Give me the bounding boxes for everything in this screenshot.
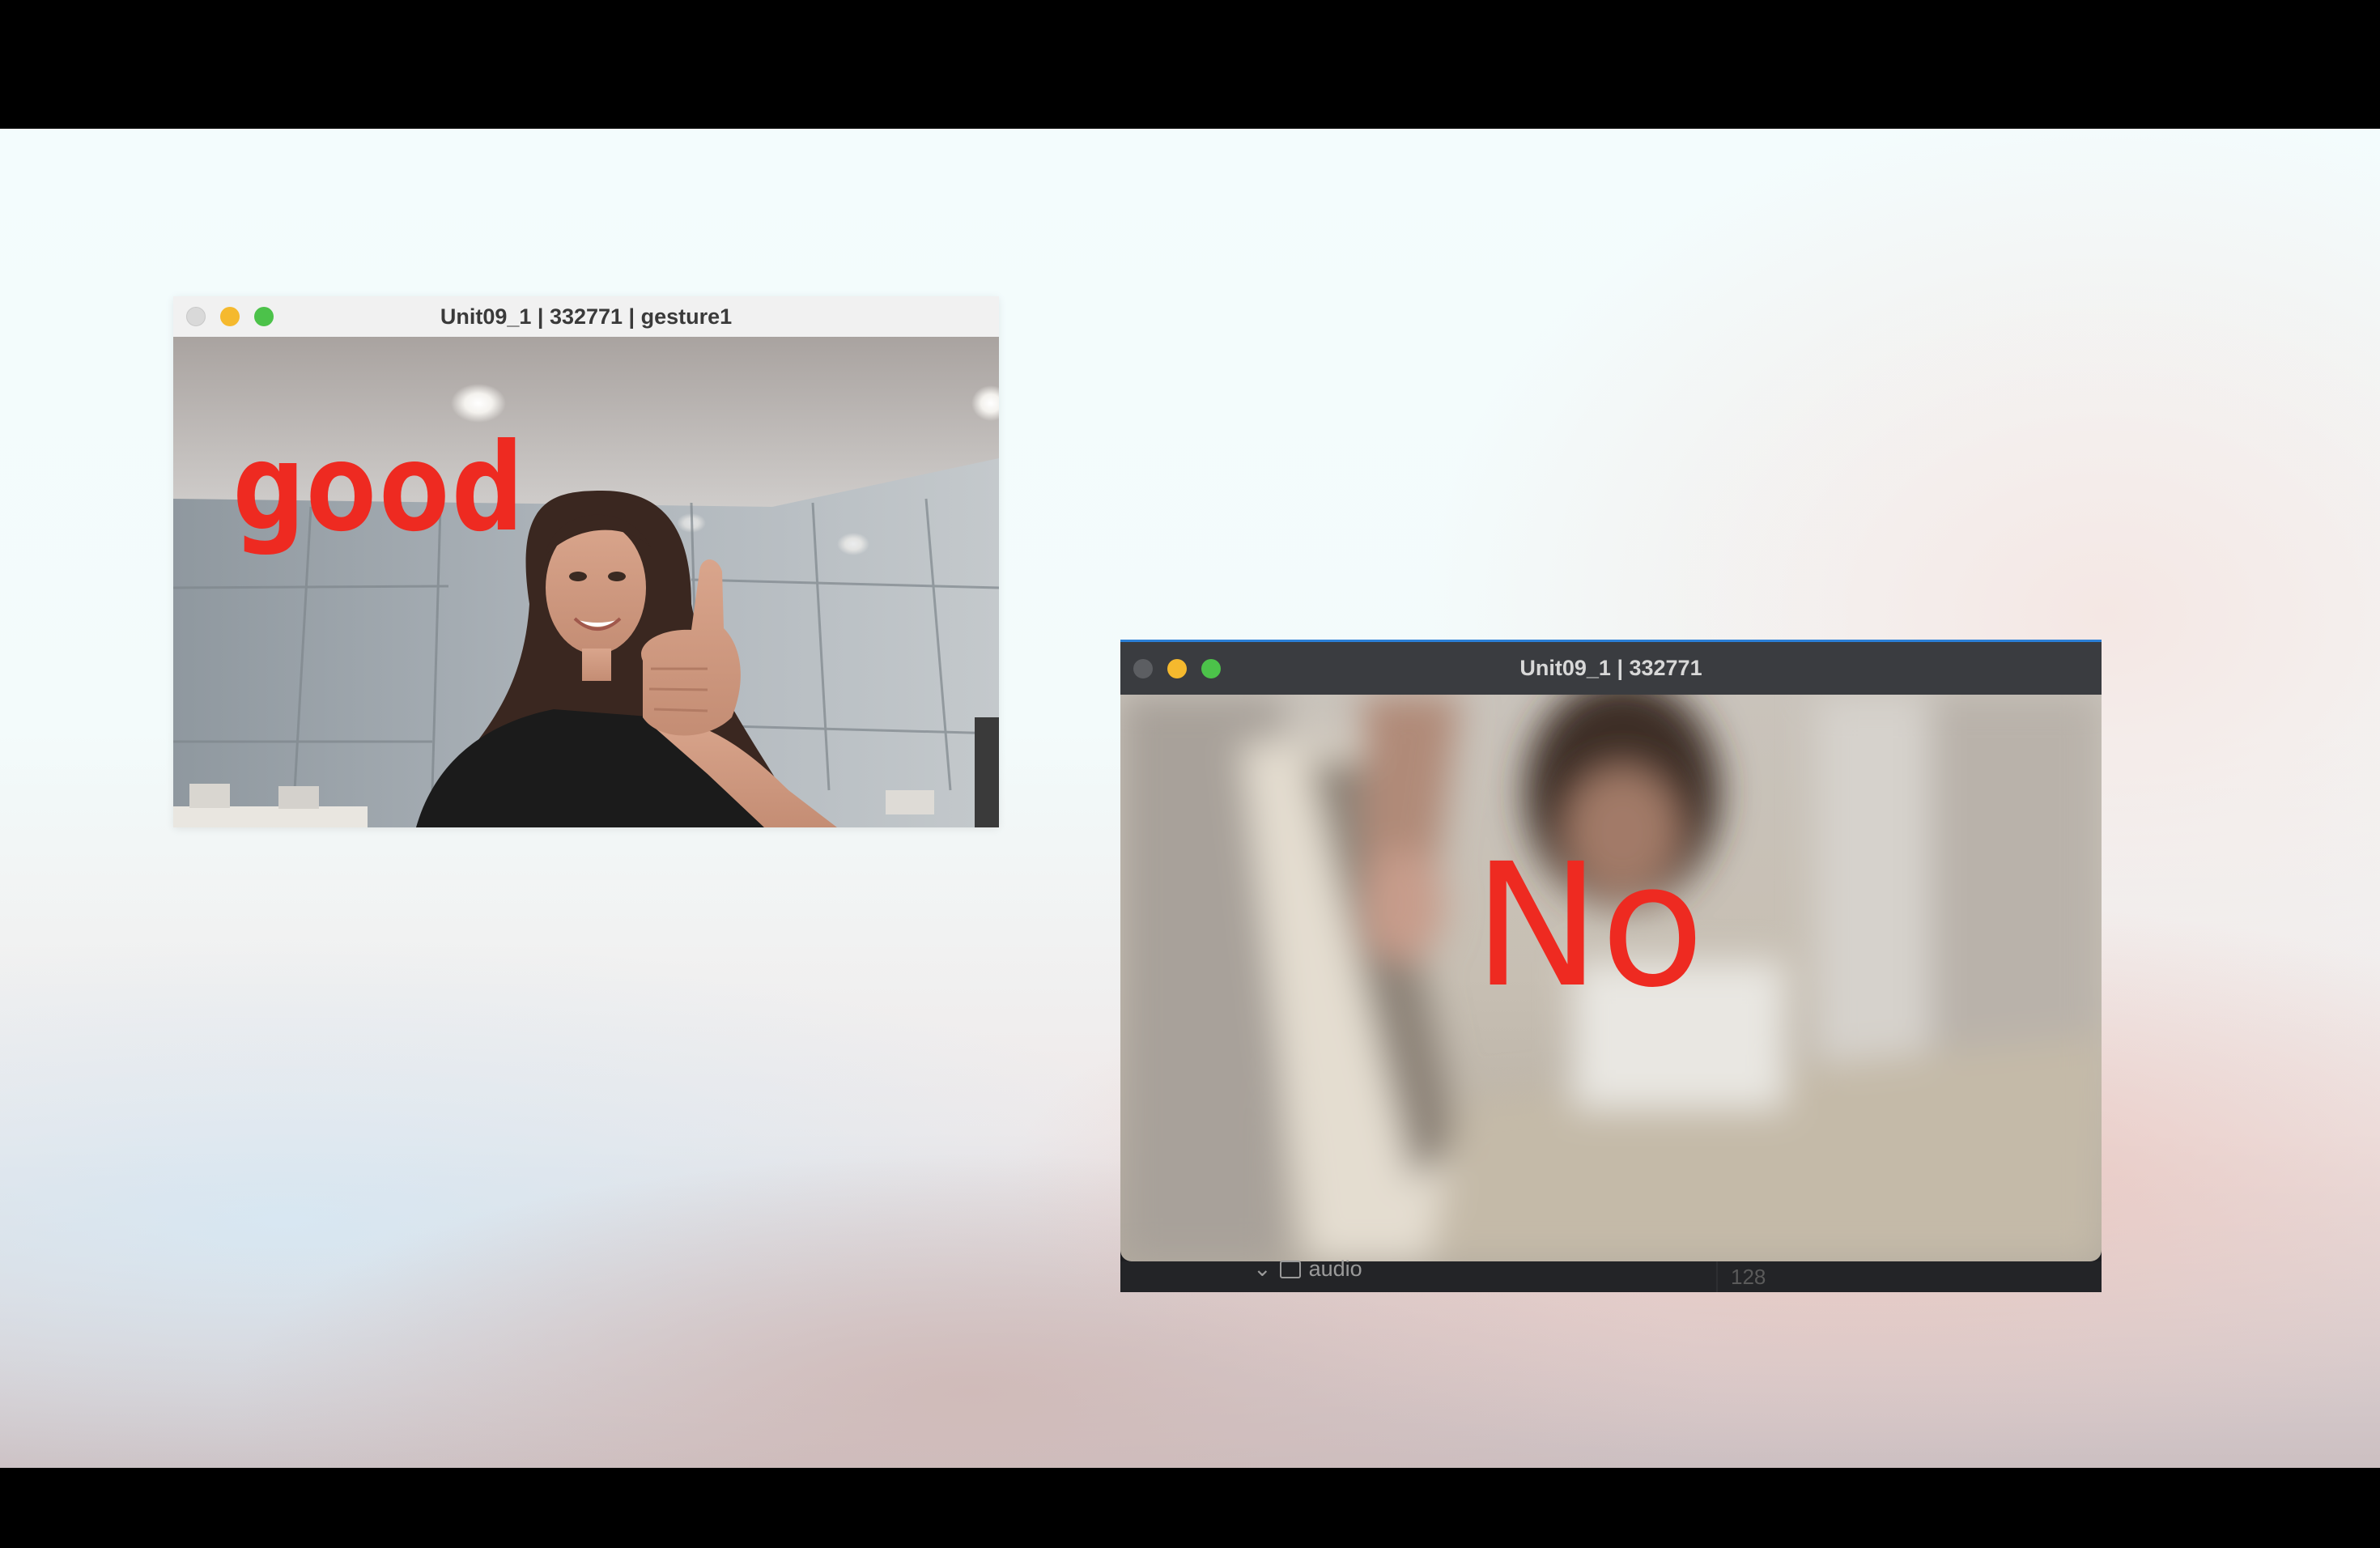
desktop: Unit09_1 | 332771 | gesture1 good Unit09…: [0, 129, 2380, 1468]
close-button[interactable]: [1133, 658, 1153, 678]
window-title: Unit09_1 | 332771 | gesture1: [440, 304, 733, 329]
tree-row-audio[interactable]: ⌄ audio: [1253, 1257, 1362, 1282]
background-app-panel: ⌄ audio 128: [1120, 1257, 2102, 1292]
camera-window-gesture1[interactable]: Unit09_1 | 332771 | gesture1 good: [173, 296, 999, 827]
camera-window-main[interactable]: Unit09_1 | 332771 No ⌄ audio 128: [1120, 640, 2102, 1292]
maximize-button[interactable]: [254, 307, 274, 326]
minimize-button[interactable]: [1167, 658, 1187, 678]
gesture-label-text: No: [1473, 827, 1705, 1025]
camera-frame: good: [173, 337, 999, 827]
camera-feed-image: No: [1120, 695, 2102, 1261]
window-controls: [1133, 642, 1221, 695]
camera-frame: No: [1120, 695, 2102, 1261]
window-titlebar[interactable]: Unit09_1 | 332771: [1120, 640, 2102, 695]
panel-divider: [1716, 1261, 1718, 1292]
window-title: Unit09_1 | 332771: [1519, 656, 1702, 680]
camera-feed-image: good: [173, 337, 999, 827]
chevron-down-icon: ⌄: [1253, 1257, 1272, 1281]
line-number: 128: [1731, 1265, 1766, 1289]
folder-icon: [1279, 1260, 1301, 1278]
window-controls: [186, 296, 274, 337]
minimize-button[interactable]: [220, 307, 240, 326]
gesture-label-text: good: [232, 418, 524, 559]
screen: Unit09_1 | 332771 | gesture1 good Unit09…: [0, 0, 2380, 1548]
window-titlebar[interactable]: Unit09_1 | 332771 | gesture1: [173, 296, 999, 337]
maximize-button[interactable]: [1201, 658, 1221, 678]
folder-label: audio: [1308, 1257, 1362, 1281]
close-button[interactable]: [186, 307, 206, 326]
